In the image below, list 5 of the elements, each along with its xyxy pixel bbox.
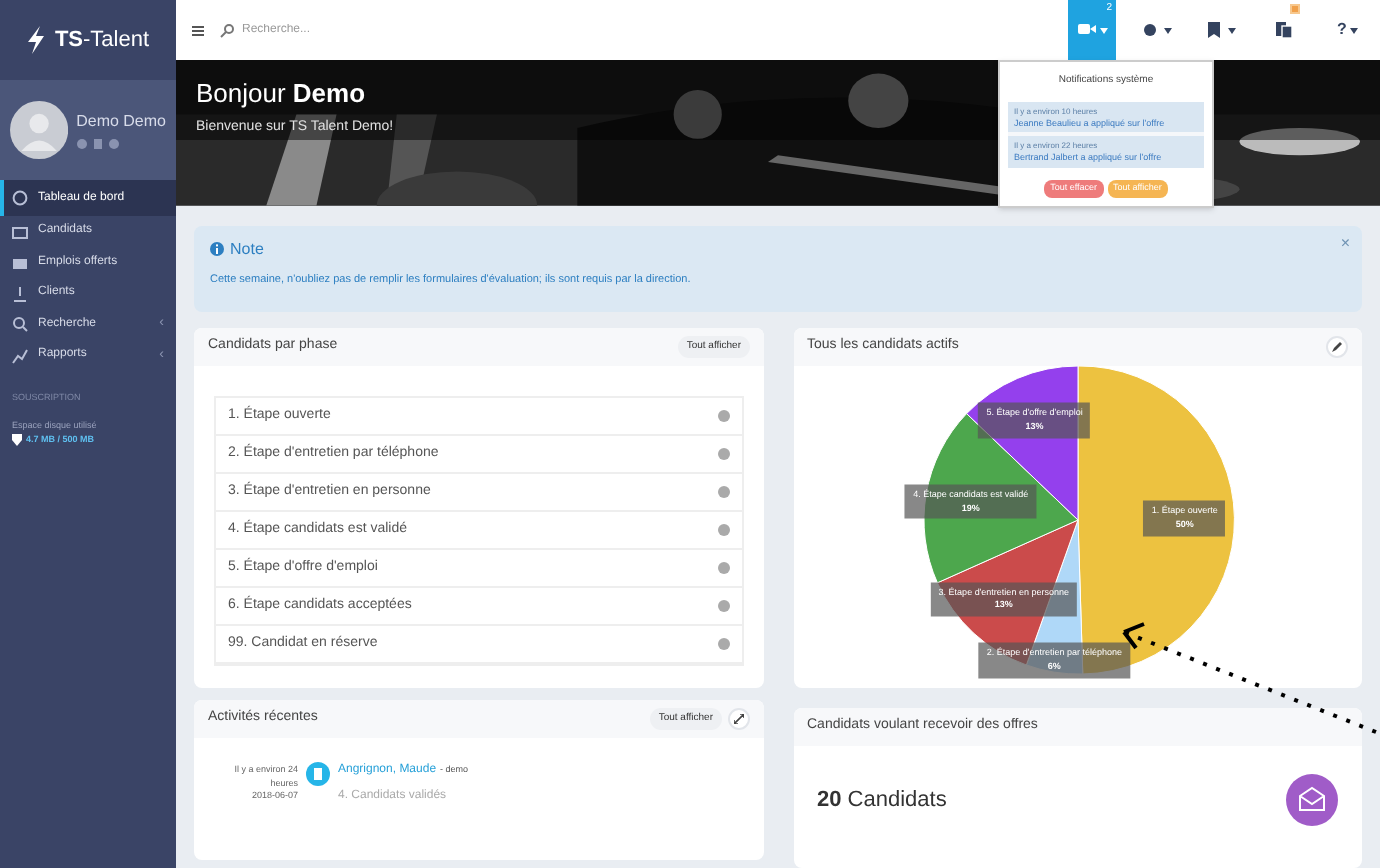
candidate-count: 20 Candidats — [817, 785, 949, 816]
user-name: Demo Demo — [76, 110, 166, 134]
note-title: Note — [230, 237, 264, 262]
logo-text: TS-Talent — [54, 25, 150, 56]
greeting: Bonjour Demo — [196, 76, 368, 112]
